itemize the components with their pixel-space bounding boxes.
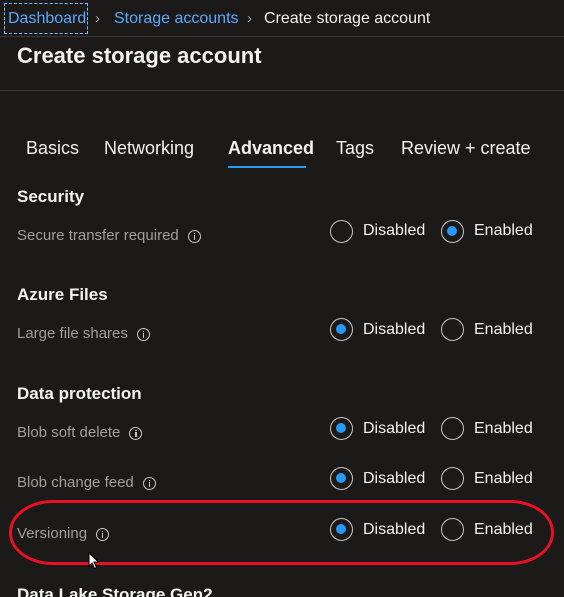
page-title: Create storage account: [17, 43, 262, 68]
breadcrumb-storage-accounts[interactable]: Storage accounts: [114, 9, 239, 29]
info-icon[interactable]: [187, 229, 201, 243]
tab-basics[interactable]: Basics: [26, 137, 79, 159]
tab-review-create[interactable]: Review + create: [401, 137, 531, 159]
tab-tags[interactable]: Tags: [336, 137, 374, 159]
section-heading-azure-files: Azure Files: [17, 285, 108, 304]
radio-label-enabled[interactable]: Enabled: [474, 469, 533, 489]
section-heading-security: Security: [17, 187, 85, 206]
create-storage-account-page: Dashboard › Storage accounts › Create st…: [0, 0, 564, 597]
info-icon[interactable]: [142, 476, 156, 490]
radio-label-disabled[interactable]: Disabled: [363, 221, 425, 241]
radio-label-enabled[interactable]: Enabled: [474, 419, 533, 439]
tab-networking[interactable]: Networking: [104, 137, 194, 159]
active-tab-indicator: [228, 166, 306, 168]
blob-change-feed-enabled-radio[interactable]: [441, 467, 464, 490]
tab-advanced[interactable]: Advanced: [228, 137, 314, 159]
chevron-right-icon: ›: [95, 10, 100, 27]
radio-label-enabled[interactable]: Enabled: [474, 221, 533, 241]
large-file-shares-disabled-radio[interactable]: [330, 318, 353, 341]
info-icon[interactable]: [136, 327, 150, 341]
secure-transfer-enabled-radio[interactable]: [441, 220, 464, 243]
field-label-text: Large file shares: [17, 325, 128, 342]
secure-transfer-disabled-radio[interactable]: [330, 220, 353, 243]
section-heading-data-protection: Data protection: [17, 384, 142, 403]
radio-label-enabled[interactable]: Enabled: [474, 320, 533, 340]
breadcrumb: Dashboard › Storage accounts › Create st…: [0, 0, 564, 37]
breadcrumb-dashboard[interactable]: Dashboard: [8, 9, 86, 29]
blob-change-feed-disabled-radio[interactable]: [330, 467, 353, 490]
radio-label-disabled[interactable]: Disabled: [363, 469, 425, 489]
breadcrumb-current: Create storage account: [264, 10, 431, 27]
field-label-blob-soft-delete: Blob soft delete: [17, 423, 143, 443]
field-label-text: Blob soft delete: [17, 424, 121, 441]
field-label-text: Blob change feed: [17, 474, 134, 491]
section-heading-data-lake: Data Lake Storage Gen2: [17, 585, 213, 597]
info-icon[interactable]: [129, 426, 143, 440]
radio-label-disabled[interactable]: Disabled: [363, 320, 425, 340]
large-file-shares-enabled-radio[interactable]: [441, 318, 464, 341]
mouse-cursor-icon: [88, 552, 100, 570]
field-label-text: Secure transfer required: [17, 227, 179, 244]
field-label-large-file-shares: Large file shares: [17, 324, 150, 344]
radio-label-disabled[interactable]: Disabled: [363, 419, 425, 439]
chevron-right-icon: ›: [247, 10, 252, 27]
field-label-secure-transfer: Secure transfer required: [17, 226, 201, 246]
blob-soft-delete-enabled-radio[interactable]: [441, 417, 464, 440]
blob-soft-delete-disabled-radio[interactable]: [330, 417, 353, 440]
divider: [0, 90, 564, 91]
field-label-blob-change-feed: Blob change feed: [17, 473, 156, 493]
